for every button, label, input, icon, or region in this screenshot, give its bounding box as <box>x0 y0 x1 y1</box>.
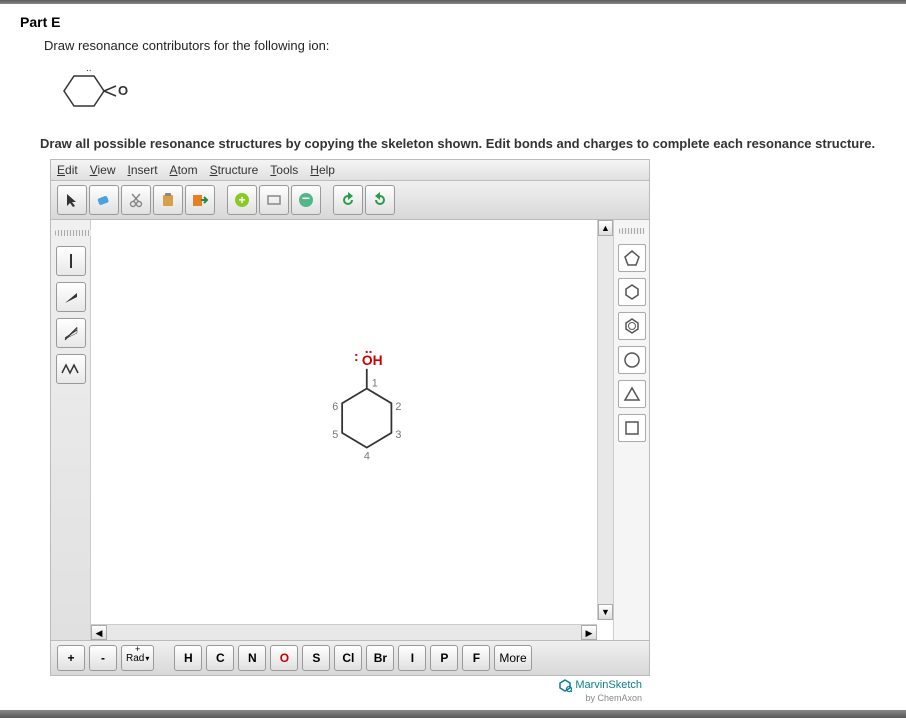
menu-help[interactable]: Help <box>310 163 335 177</box>
right-toolbar <box>613 220 649 640</box>
menu-atom[interactable]: Atom <box>170 163 198 177</box>
marvin-editor: Edit View Insert Atom Structure Tools He… <box>50 159 650 708</box>
svg-text:O: O <box>118 83 128 98</box>
element-f[interactable]: F <box>462 645 490 671</box>
menu-view[interactable]: View <box>90 163 116 177</box>
element-o[interactable]: O <box>270 645 298 671</box>
redo-tool[interactable] <box>365 185 395 215</box>
export-tool[interactable] <box>185 185 215 215</box>
undo-tool[interactable] <box>333 185 363 215</box>
grip-icon <box>619 228 645 234</box>
paste-tool[interactable] <box>153 185 183 215</box>
cut-tool[interactable] <box>121 185 151 215</box>
cycloheptane-tool[interactable] <box>618 346 646 374</box>
radical-button[interactable]: +Rad▾ <box>121 645 154 671</box>
atom-num-5: 5 <box>332 429 338 441</box>
menu-edit[interactable]: Edit <box>57 163 78 177</box>
element-s[interactable]: S <box>302 645 330 671</box>
horizontal-scrollbar[interactable]: ◀ ▶ <box>91 624 597 640</box>
charge-minus-button[interactable]: - <box>89 645 117 671</box>
element-cl[interactable]: Cl <box>334 645 362 671</box>
more-elements-button[interactable]: More <box>494 645 531 671</box>
charge-plus-button[interactable]: + <box>57 645 85 671</box>
hexagon-tool[interactable] <box>618 278 646 306</box>
branding: MarvinSketch by ChemAxon <box>50 676 650 708</box>
bottom-toolbar: + - +Rad▾ H C N O S Cl Br I P F More <box>50 641 650 676</box>
element-n[interactable]: N <box>238 645 266 671</box>
vertical-scrollbar[interactable]: ▲ ▼ <box>597 220 613 620</box>
cursor-tool[interactable] <box>57 185 87 215</box>
chain-tool[interactable] <box>56 354 86 384</box>
element-i[interactable]: I <box>398 645 426 671</box>
left-toolbar <box>51 220 91 640</box>
square-tool[interactable] <box>618 414 646 442</box>
instruction-2: Draw all possible resonance structures b… <box>40 136 886 151</box>
element-p[interactable]: P <box>430 645 458 671</box>
scroll-up-arrow[interactable]: ▲ <box>598 220 613 236</box>
zoom-fit-tool[interactable] <box>259 185 289 215</box>
svg-text:−: − <box>302 191 310 206</box>
part-title: Part E <box>20 14 886 30</box>
element-br[interactable]: Br <box>366 645 394 671</box>
top-toolbar: + − <box>50 180 650 220</box>
charge-minus-tool[interactable]: − <box>291 185 321 215</box>
benzene-tool[interactable] <box>618 312 646 340</box>
scroll-down-arrow[interactable]: ▼ <box>598 604 613 620</box>
instruction-1: Draw resonance contributors for the foll… <box>44 38 886 53</box>
element-c[interactable]: C <box>206 645 234 671</box>
scroll-right-arrow[interactable]: ▶ <box>581 625 597 640</box>
problem-molecule: .. O <box>44 61 886 126</box>
pentagon-tool[interactable] <box>618 244 646 272</box>
scroll-left-arrow[interactable]: ◀ <box>91 625 107 640</box>
wedge-bond-tool[interactable] <box>56 282 86 312</box>
brand-by: by ChemAxon <box>585 693 642 703</box>
single-bond-tool[interactable] <box>56 246 86 276</box>
eraser-tool[interactable] <box>89 185 119 215</box>
menu-tools[interactable]: Tools <box>270 163 298 177</box>
triangle-tool[interactable] <box>618 380 646 408</box>
hash-bond-tool[interactable] <box>56 318 86 348</box>
oh-label: OH <box>362 353 383 368</box>
atom-num-1: 1 <box>372 378 378 390</box>
oh-dots-1: : <box>354 349 359 364</box>
atom-num-3: 3 <box>395 429 401 441</box>
menubar: Edit View Insert Atom Structure Tools He… <box>50 159 650 180</box>
charge-plus-tool[interactable]: + <box>227 185 257 215</box>
atom-num-6: 6 <box>332 401 338 413</box>
svg-text:+: + <box>238 193 245 207</box>
menu-structure[interactable]: Structure <box>210 163 259 177</box>
menu-insert[interactable]: Insert <box>128 163 158 177</box>
element-h[interactable]: H <box>174 645 202 671</box>
canvas[interactable]: : .. OH 1 2 3 4 5 6 <box>91 220 613 640</box>
atom-num-2: 2 <box>395 401 401 413</box>
svg-text:..: .. <box>86 63 92 74</box>
brand-name: MarvinSketch <box>575 679 642 691</box>
atom-num-4: 4 <box>364 450 370 462</box>
